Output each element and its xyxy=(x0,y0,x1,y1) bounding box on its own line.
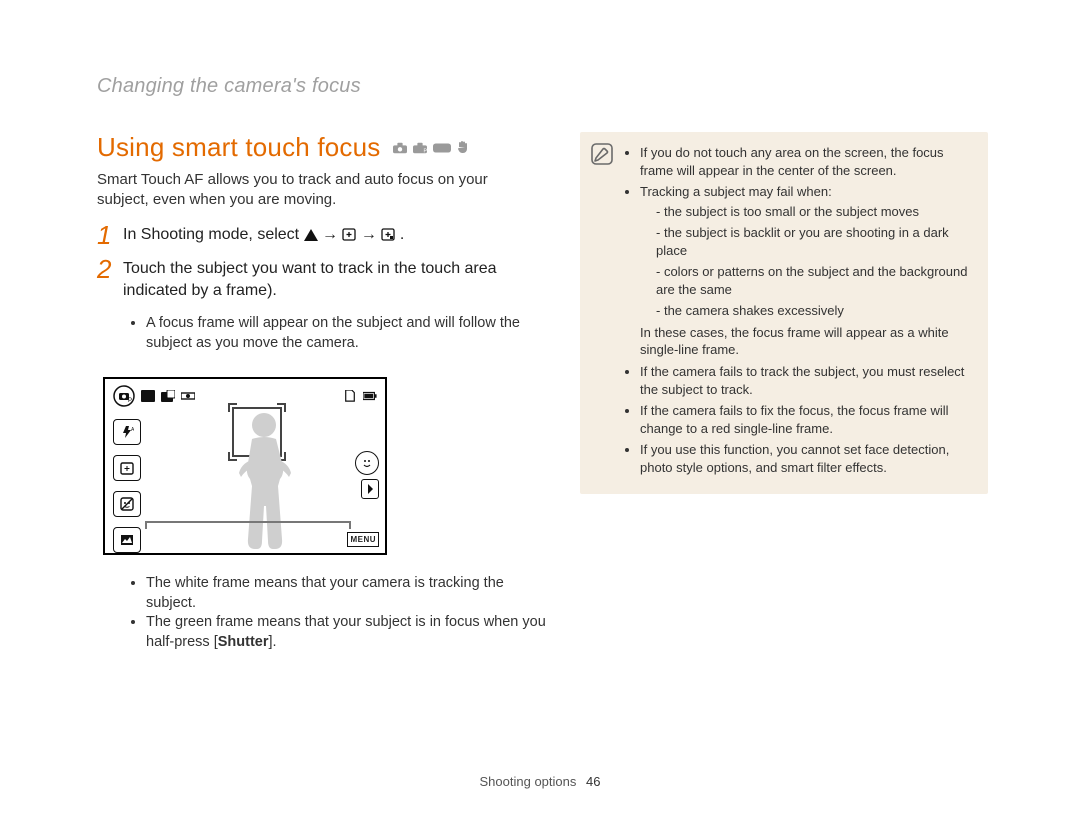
sd-icon xyxy=(343,390,357,402)
focus-touch-icon xyxy=(381,228,395,241)
note-panel: If you do not touch any area on the scre… xyxy=(580,132,988,494)
heading-text: Using smart touch focus xyxy=(97,132,381,163)
face-off-icon xyxy=(113,491,141,517)
smile-shot-icon xyxy=(355,451,379,475)
hand-icon xyxy=(457,141,469,155)
page-number: 46 xyxy=(586,774,600,789)
menu-label: MENU xyxy=(347,532,379,547)
step-number: 2 xyxy=(97,252,111,287)
focus-box-icon xyxy=(342,228,356,241)
footer-label: Shooting options xyxy=(480,774,577,789)
focus-touch-icon xyxy=(113,455,141,481)
note-icon xyxy=(590,142,614,166)
step-2-text: Touch the subject you want to track in t… xyxy=(123,258,532,301)
step2-sub-bullets: A focus frame will appear on the subject… xyxy=(128,314,548,353)
svg-text:P: P xyxy=(423,148,427,154)
scene-icon xyxy=(433,143,451,153)
lcd-left-column: A xyxy=(113,419,139,553)
subject-silhouette-icon xyxy=(235,411,300,551)
review-icon xyxy=(113,527,141,553)
touch-area-rule xyxy=(145,521,351,529)
lcd-top-bar: P xyxy=(113,385,377,407)
meter-icon xyxy=(181,390,195,402)
manual-page: Changing the camera's focus Using smart … xyxy=(0,0,1080,815)
mode-dial-icon: P xyxy=(113,385,135,407)
step-1-text: In Shooting mode, select → → . xyxy=(123,224,532,246)
camera-p-icon: P xyxy=(413,142,427,154)
step-1: 1 In Shooting mode, select → → . xyxy=(97,224,532,246)
lcd-illustration: P A xyxy=(103,377,387,555)
step-2: 2 Touch the subject you want to track in… xyxy=(97,258,532,301)
step-number: 1 xyxy=(97,218,111,253)
flash-auto-icon: A xyxy=(113,419,141,445)
frame-color-bullets: The white frame means that your camera i… xyxy=(128,574,548,652)
intro-text: Smart Touch AF allows you to track and a… xyxy=(97,170,527,211)
page-heading: Using smart touch focus P xyxy=(97,132,469,163)
camera-icon xyxy=(393,142,407,154)
section-title: Changing the camera's focus xyxy=(97,75,361,98)
expand-icon xyxy=(361,479,379,499)
mode-icons: P xyxy=(393,141,469,155)
svg-text:A: A xyxy=(131,427,134,433)
quality-icon xyxy=(161,390,175,402)
up-triangle-icon xyxy=(304,229,318,241)
svg-text:P: P xyxy=(128,398,132,404)
page-footer: Shooting options 46 xyxy=(0,774,1080,789)
size-icon xyxy=(141,390,155,402)
battery-icon xyxy=(363,390,377,402)
